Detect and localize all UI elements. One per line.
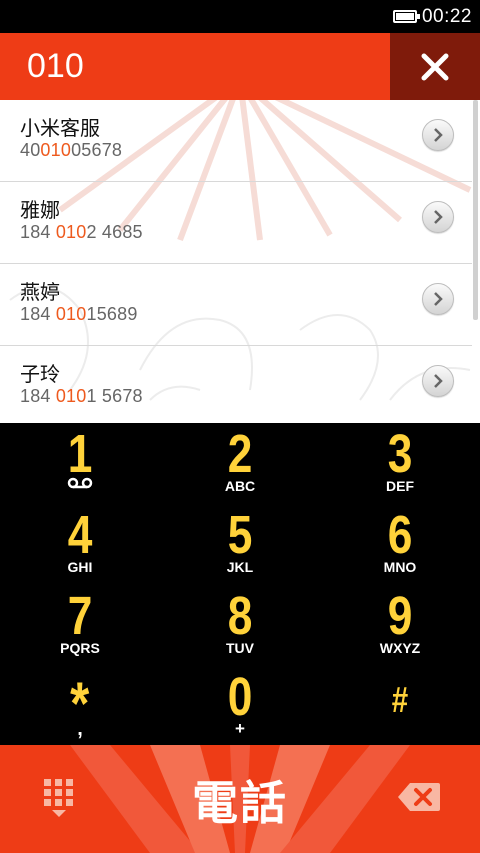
- contact-detail-button[interactable]: [422, 201, 454, 233]
- key-6[interactable]: 6 MNO: [320, 504, 480, 584]
- contact-name: 小米客服: [20, 116, 100, 140]
- dial-keypad: 1 2 ABC 3 DEF 4 GHI 5 JKL 6 MNO 7 PQRS 8…: [0, 423, 480, 745]
- contact-number: 184 0101 5678: [20, 386, 143, 406]
- key-1[interactable]: 1: [0, 423, 160, 503]
- contact-number: 4001005678: [20, 140, 123, 160]
- chevron-right-icon: [434, 292, 443, 306]
- call-label: 電話: [192, 776, 288, 830]
- contact-name: 燕婷: [20, 280, 60, 304]
- chevron-right-icon: [434, 374, 443, 388]
- contact-name: 雅娜: [20, 198, 60, 222]
- close-icon: [421, 53, 449, 80]
- contact-row[interactable]: 小米客服 4001005678: [0, 100, 472, 182]
- contact-number: 184 0102 4685: [20, 222, 143, 242]
- key-5[interactable]: 5 JKL: [160, 504, 320, 584]
- contact-row[interactable]: 雅娜 184 0102 4685: [0, 182, 472, 264]
- contact-row[interactable]: 子玲 184 0101 5678: [0, 346, 472, 423]
- key-4[interactable]: 4 GHI: [0, 504, 160, 584]
- contact-detail-button[interactable]: [422, 119, 454, 151]
- status-time: 00:22: [421, 5, 472, 27]
- key-hash[interactable]: #: [320, 666, 480, 746]
- dialed-number[interactable]: 010: [27, 33, 84, 100]
- key-3[interactable]: 3 DEF: [320, 423, 480, 503]
- clear-button[interactable]: [390, 33, 480, 100]
- contact-detail-button[interactable]: [422, 283, 454, 315]
- backspace-button[interactable]: [396, 781, 442, 813]
- number-match: 010: [55, 386, 87, 406]
- backspace-icon: [398, 783, 440, 811]
- key-8[interactable]: 8 TUV: [160, 585, 320, 665]
- number-match: 010: [55, 222, 87, 242]
- call-bar: 電話: [0, 745, 480, 853]
- key-9[interactable]: 9 WXYZ: [320, 585, 480, 665]
- contact-results-list: 小米客服 4001005678 雅娜 184 0102 4685 燕婷 184 …: [0, 100, 480, 423]
- key-7[interactable]: 7 PQRS: [0, 585, 160, 665]
- dial-input-bar: 010: [0, 33, 480, 100]
- battery-icon: [392, 10, 420, 23]
- dialpad-icon: [44, 779, 73, 817]
- chevron-right-icon: [434, 210, 443, 224]
- key-star[interactable]: * ,: [0, 666, 160, 746]
- contact-number: 184 01015689: [20, 304, 138, 324]
- number-match: 010: [40, 140, 72, 160]
- call-button[interactable]: 電話: [150, 755, 330, 845]
- status-bar: 00:22: [0, 0, 480, 33]
- contact-name: 子玲: [20, 362, 60, 386]
- chevron-right-icon: [434, 128, 443, 142]
- key-2[interactable]: 2 ABC: [160, 423, 320, 503]
- contact-detail-button[interactable]: [422, 365, 454, 397]
- dialpad-toggle-button[interactable]: [38, 777, 80, 821]
- list-scrollbar[interactable]: [473, 100, 478, 320]
- number-match: 010: [55, 304, 87, 324]
- key-0[interactable]: 0 +: [160, 666, 320, 746]
- contact-row[interactable]: 燕婷 184 01015689: [0, 264, 472, 346]
